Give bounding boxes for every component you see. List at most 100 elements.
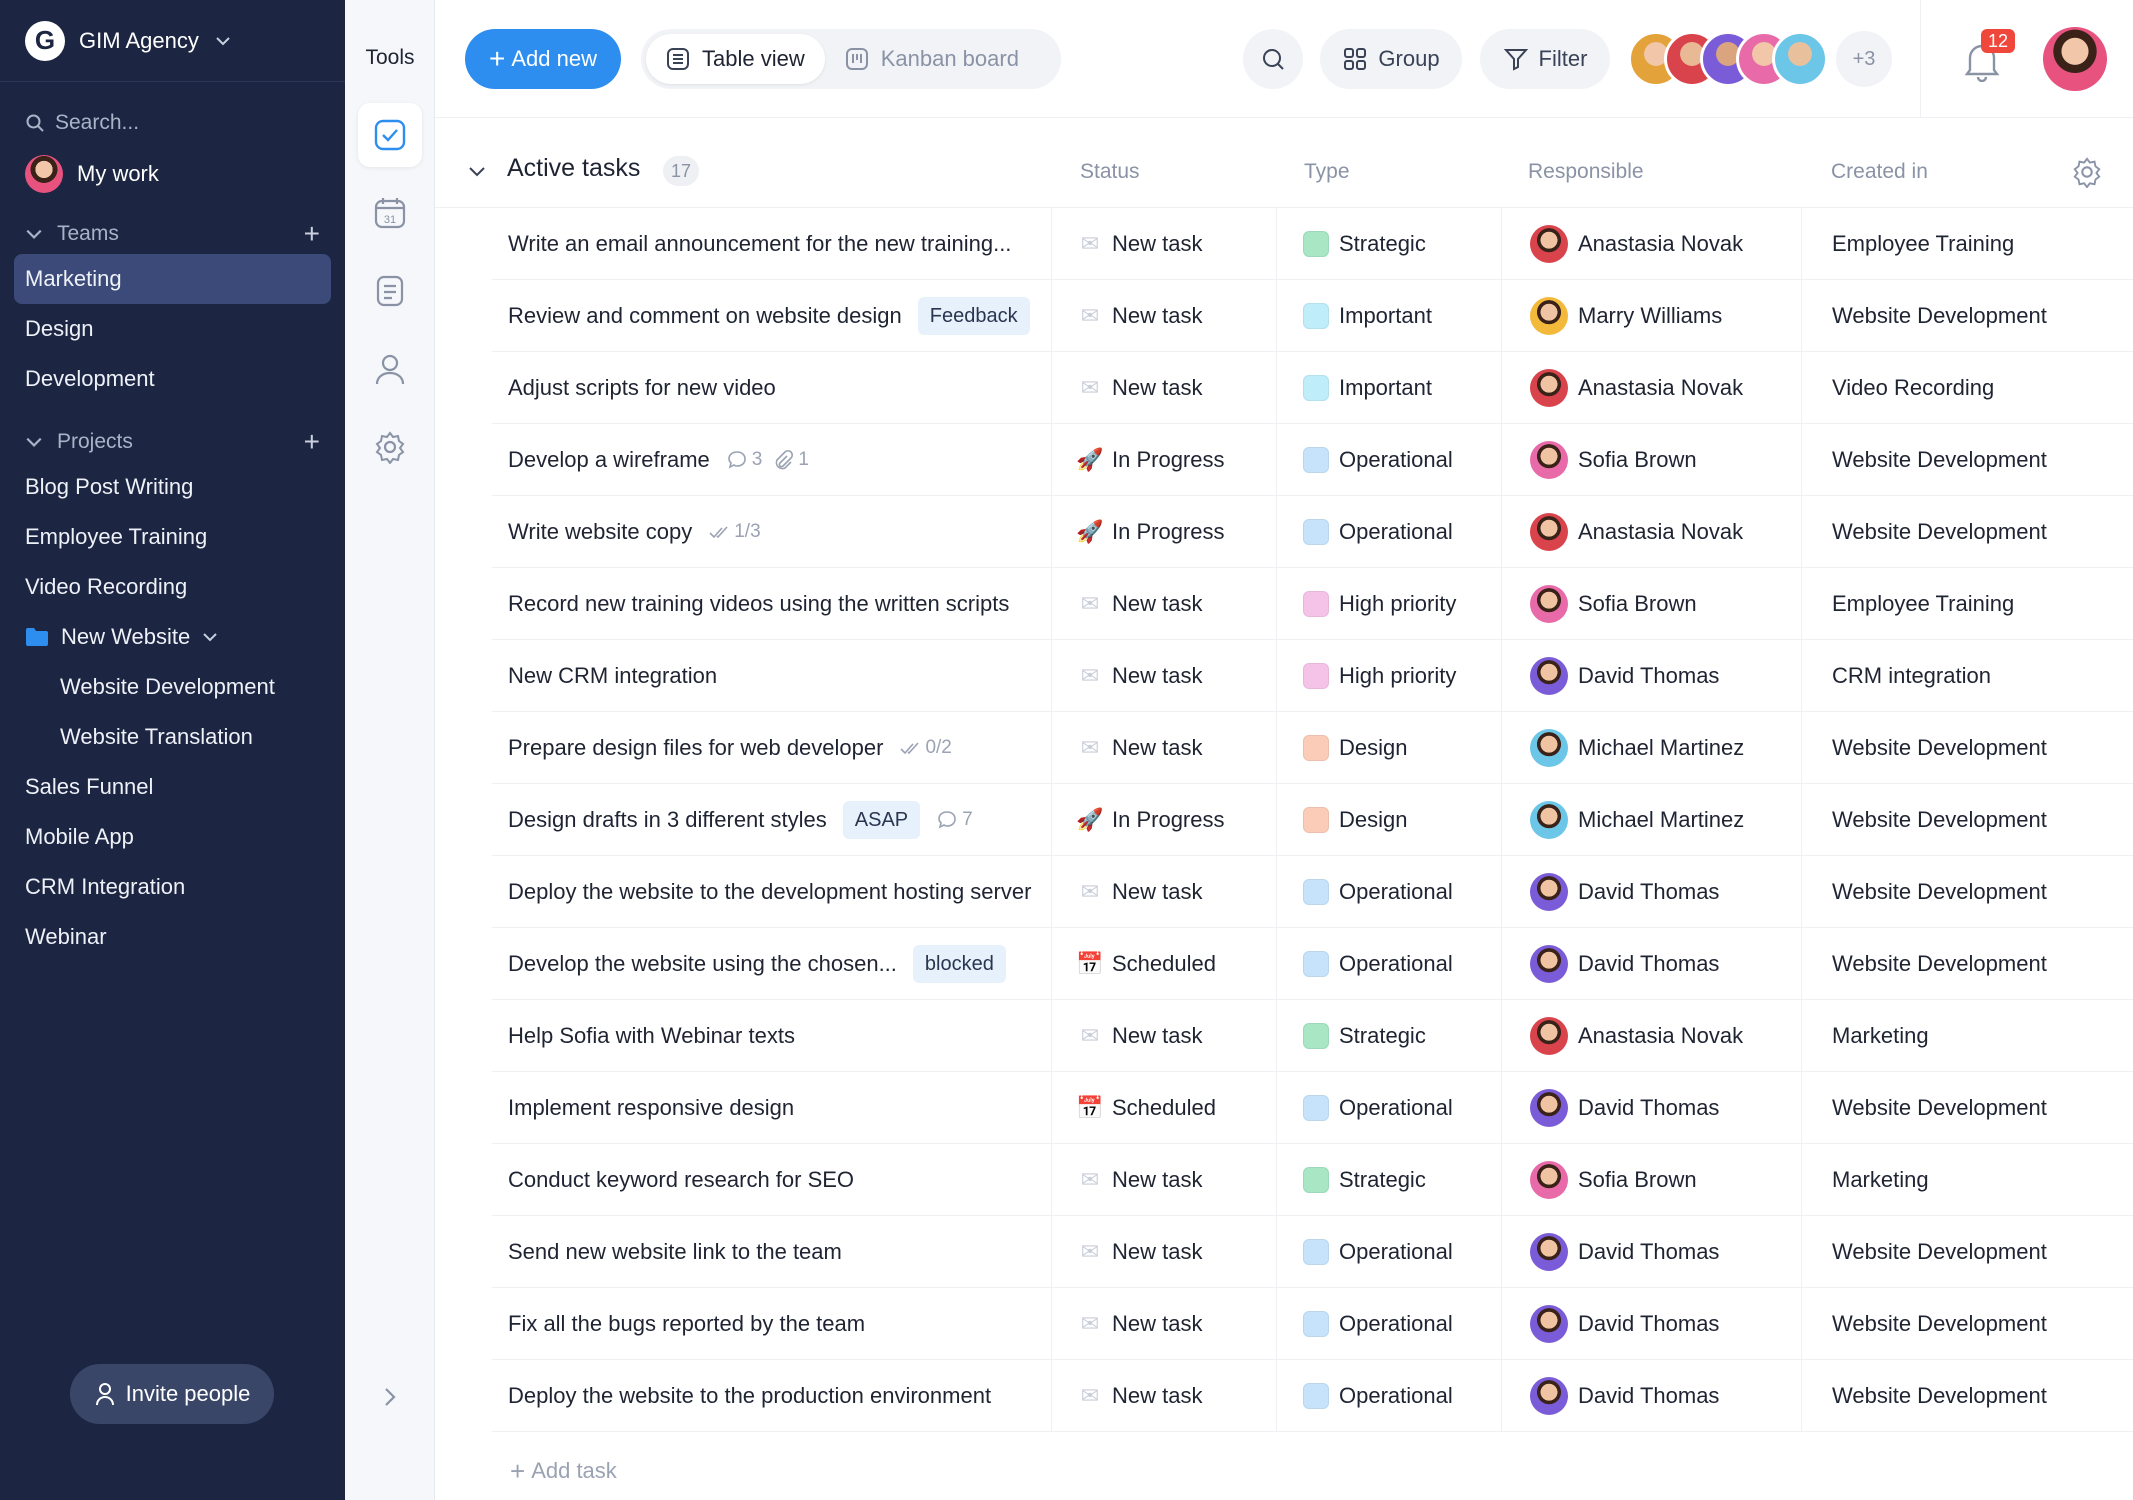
status-cell[interactable]: ✉ New task: [1052, 1360, 1277, 1432]
chevron-down-icon[interactable]: [468, 162, 486, 180]
project-cell[interactable]: Website Development: [1802, 1072, 2133, 1144]
sidebar-item-webinar[interactable]: Webinar: [0, 912, 345, 962]
team-avatars[interactable]: +3: [1628, 29, 1892, 89]
invite-people-button[interactable]: Invite people: [70, 1364, 274, 1424]
status-cell[interactable]: ✉ New task: [1052, 568, 1277, 640]
status-cell[interactable]: 📅 Scheduled: [1052, 1072, 1277, 1144]
task-name-cell[interactable]: Write website copy 1/3: [492, 496, 1052, 568]
status-cell[interactable]: ✉ New task: [1052, 1216, 1277, 1288]
type-cell[interactable]: Design: [1277, 712, 1502, 784]
status-cell[interactable]: ✉ New task: [1052, 1000, 1277, 1072]
project-cell[interactable]: Website Development: [1802, 1360, 2133, 1432]
column-header-type[interactable]: Type: [1304, 160, 1350, 184]
more-members-badge[interactable]: +3: [1836, 31, 1892, 87]
sidebar-item-employee-training[interactable]: Employee Training: [0, 512, 345, 562]
sidebar-item-mobile-app[interactable]: Mobile App: [0, 812, 345, 862]
task-name-cell[interactable]: Help Sofia with Webinar texts: [492, 1000, 1052, 1072]
type-cell[interactable]: Strategic: [1277, 1144, 1502, 1216]
workspace-switcher[interactable]: G GIM Agency: [0, 0, 345, 82]
chevron-down-icon[interactable]: [202, 629, 218, 645]
task-name-cell[interactable]: Record new training videos using the wri…: [492, 568, 1052, 640]
status-cell[interactable]: 📅 Scheduled: [1052, 928, 1277, 1000]
responsible-cell[interactable]: Michael Martinez: [1502, 784, 1802, 856]
task-name-cell[interactable]: Implement responsive design: [492, 1072, 1052, 1144]
sidebar-item-development[interactable]: Development: [0, 354, 345, 404]
status-cell[interactable]: ✉ New task: [1052, 352, 1277, 424]
sidebar-item-website-translation[interactable]: Website Translation: [0, 712, 345, 762]
my-work-link[interactable]: My work: [25, 152, 345, 196]
task-name-cell[interactable]: New CRM integration: [492, 640, 1052, 712]
chevron-right-icon[interactable]: [375, 1382, 405, 1412]
table-row[interactable]: New CRM integration ✉ New task High priorit…: [492, 640, 2133, 712]
task-name-cell[interactable]: Design drafts in 3 different styles ASAP 7: [492, 784, 1052, 856]
project-cell[interactable]: Marketing: [1802, 1000, 2133, 1072]
sidebar-item-new-website[interactable]: New Website: [0, 612, 345, 662]
table-row[interactable]: Review and comment on website design Feed…: [492, 280, 2133, 352]
user-avatar[interactable]: [2043, 27, 2107, 91]
type-cell[interactable]: Operational: [1277, 496, 1502, 568]
status-cell[interactable]: ✉ New task: [1052, 1288, 1277, 1360]
project-cell[interactable]: Website Development: [1802, 496, 2133, 568]
status-cell[interactable]: ✉ New task: [1052, 856, 1277, 928]
table-row[interactable]: Implement responsive design 📅 Scheduled Ope…: [492, 1072, 2133, 1144]
sidebar-search[interactable]: Search...: [25, 108, 345, 138]
status-cell[interactable]: 🚀 In Progress: [1052, 496, 1277, 568]
status-cell[interactable]: ✉ New task: [1052, 1144, 1277, 1216]
task-name-cell[interactable]: Deploy the website to the development ho…: [492, 856, 1052, 928]
task-name-cell[interactable]: Review and comment on website design Feed…: [492, 280, 1052, 352]
project-cell[interactable]: Website Development: [1802, 712, 2133, 784]
responsible-cell[interactable]: David Thomas: [1502, 1360, 1802, 1432]
type-cell[interactable]: Important: [1277, 280, 1502, 352]
teams-section-header[interactable]: Teams +: [25, 214, 320, 254]
status-cell[interactable]: ✉ New task: [1052, 280, 1277, 352]
project-cell[interactable]: Video Recording: [1802, 352, 2133, 424]
type-cell[interactable]: Design: [1277, 784, 1502, 856]
filter-button[interactable]: Filter: [1480, 29, 1610, 89]
table-row[interactable]: Conduct keyword research for SEO ✉ New tas…: [492, 1144, 2133, 1216]
add-new-button[interactable]: + Add new: [465, 29, 621, 89]
responsible-cell[interactable]: Sofia Brown: [1502, 424, 1802, 496]
type-cell[interactable]: Strategic: [1277, 1000, 1502, 1072]
column-header-status[interactable]: Status: [1080, 160, 1140, 184]
tool-notes[interactable]: [358, 259, 422, 323]
table-row[interactable]: Deploy the website to the development ho…: [492, 856, 2133, 928]
table-row[interactable]: Prepare design files for web developer 0/…: [492, 712, 2133, 784]
type-cell[interactable]: Operational: [1277, 424, 1502, 496]
status-cell[interactable]: ✉ New task: [1052, 208, 1277, 280]
table-row[interactable]: Write an email announcement for the new …: [492, 208, 2133, 280]
column-header-responsible[interactable]: Responsible: [1528, 160, 1644, 184]
type-cell[interactable]: Strategic: [1277, 208, 1502, 280]
responsible-cell[interactable]: Sofia Brown: [1502, 1144, 1802, 1216]
responsible-cell[interactable]: Anastasia Novak: [1502, 352, 1802, 424]
sidebar-item-marketing[interactable]: Marketing: [14, 254, 331, 304]
table-row[interactable]: Develop the website using the chosen... b…: [492, 928, 2133, 1000]
task-name-cell[interactable]: Write an email announcement for the new …: [492, 208, 1052, 280]
task-name-cell[interactable]: Develop a wireframe 3 1: [492, 424, 1052, 496]
table-row[interactable]: Send new website link to the team ✉ New ta…: [492, 1216, 2133, 1288]
table-row[interactable]: Develop a wireframe 3 1 🚀 In Progress Operati…: [492, 424, 2133, 496]
responsible-cell[interactable]: David Thomas: [1502, 1288, 1802, 1360]
gear-icon[interactable]: [2071, 156, 2103, 188]
task-name-cell[interactable]: Prepare design files for web developer 0/…: [492, 712, 1052, 784]
tool-tasks[interactable]: [358, 103, 422, 167]
responsible-cell[interactable]: David Thomas: [1502, 1216, 1802, 1288]
type-cell[interactable]: Operational: [1277, 1288, 1502, 1360]
project-cell[interactable]: Employee Training: [1802, 208, 2133, 280]
responsible-cell[interactable]: David Thomas: [1502, 856, 1802, 928]
task-name-cell[interactable]: Deploy the website to the production env…: [492, 1360, 1052, 1432]
type-cell[interactable]: Operational: [1277, 1360, 1502, 1432]
type-cell[interactable]: Important: [1277, 352, 1502, 424]
project-cell[interactable]: CRM integration: [1802, 640, 2133, 712]
add-task-button[interactable]: + Add task: [510, 1458, 617, 1484]
task-tag[interactable]: ASAP: [842, 801, 921, 839]
project-cell[interactable]: Website Development: [1802, 424, 2133, 496]
project-cell[interactable]: Website Development: [1802, 1216, 2133, 1288]
project-cell[interactable]: Website Development: [1802, 1288, 2133, 1360]
type-cell[interactable]: Operational: [1277, 1216, 1502, 1288]
task-name-cell[interactable]: Send new website link to the team: [492, 1216, 1052, 1288]
status-cell[interactable]: 🚀 In Progress: [1052, 784, 1277, 856]
responsible-cell[interactable]: David Thomas: [1502, 640, 1802, 712]
tool-settings[interactable]: [358, 415, 422, 479]
table-row[interactable]: Help Sofia with Webinar texts ✉ New task St…: [492, 1000, 2133, 1072]
responsible-cell[interactable]: Michael Martinez: [1502, 712, 1802, 784]
